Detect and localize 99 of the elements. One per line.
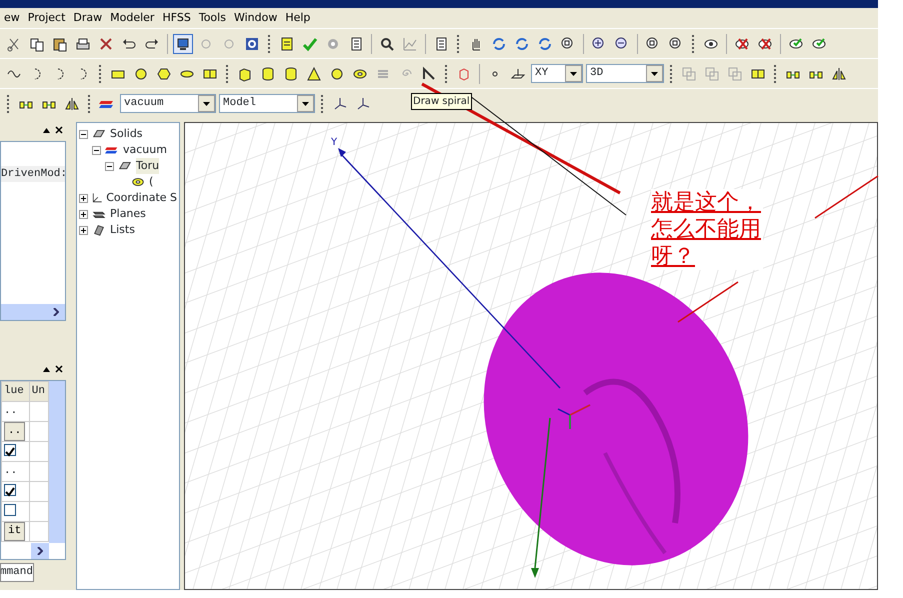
tree-item[interactable]: ( bbox=[149, 174, 154, 190]
menu-item[interactable]: Window bbox=[230, 10, 282, 26]
boolean-icon bbox=[704, 66, 720, 82]
curve-icon bbox=[7, 70, 21, 78]
value-button[interactable]: .. bbox=[4, 422, 26, 441]
tree-item[interactable]: Toru bbox=[136, 158, 160, 174]
leader-line bbox=[814, 175, 878, 219]
column-header: Un bbox=[29, 382, 48, 402]
cone-icon bbox=[306, 66, 322, 82]
view-dropdown[interactable]: Model bbox=[219, 94, 315, 113]
ring-icon bbox=[130, 175, 146, 189]
chart-icon bbox=[402, 36, 418, 52]
chevron-right-icon bbox=[37, 547, 43, 555]
scroll-right-button[interactable] bbox=[31, 543, 49, 559]
checkbox[interactable] bbox=[4, 504, 16, 516]
cylinder-icon bbox=[283, 66, 299, 82]
eye-cross-icon bbox=[757, 36, 773, 52]
property-value: .. bbox=[4, 405, 18, 418]
value-button[interactable]: it bbox=[4, 522, 26, 541]
checkbox[interactable] bbox=[4, 484, 16, 496]
menu-item[interactable]: ew bbox=[0, 10, 24, 26]
scroll-right-button[interactable] bbox=[47, 304, 65, 320]
axes-icon bbox=[332, 96, 348, 112]
collapse-icon[interactable] bbox=[43, 128, 50, 132]
dropdown-arrow-icon bbox=[651, 72, 658, 76]
arc-icon bbox=[56, 68, 64, 80]
arc-icon bbox=[80, 68, 86, 80]
annotation-text: 就是这个，怎么不能用呀？ bbox=[651, 189, 763, 270]
cylinder-icon bbox=[260, 66, 276, 82]
box-icon bbox=[237, 66, 253, 82]
point-icon bbox=[492, 70, 498, 76]
list-icon bbox=[91, 223, 107, 237]
menu-item[interactable]: Tools bbox=[194, 10, 230, 26]
q-icon bbox=[244, 36, 260, 52]
eye-cross-icon bbox=[734, 36, 750, 52]
menu-item[interactable]: Modeler bbox=[106, 10, 158, 26]
axis-label: Y bbox=[331, 137, 338, 148]
axes-icon bbox=[91, 191, 104, 205]
chevron-right-icon bbox=[53, 308, 59, 316]
arc-icon bbox=[34, 68, 40, 80]
dropdown-arrow-icon bbox=[203, 102, 210, 106]
tree-item[interactable]: Solids bbox=[110, 126, 143, 142]
horizontal-scrollbar[interactable] bbox=[1, 304, 65, 320]
mirror-icon bbox=[64, 96, 80, 112]
rotate-icon bbox=[537, 36, 553, 52]
eye-check-icon bbox=[788, 36, 804, 52]
origin-axes-icon bbox=[557, 404, 591, 430]
print-icon bbox=[75, 36, 91, 52]
material-dropdown[interactable]: vacuum bbox=[120, 94, 216, 113]
copy-icon bbox=[29, 36, 45, 52]
vertical-scrollbar[interactable] bbox=[49, 381, 65, 543]
mirror-icon bbox=[831, 66, 847, 82]
expander[interactable] bbox=[79, 194, 88, 202]
rotate-icon bbox=[514, 36, 530, 52]
expander[interactable] bbox=[92, 146, 101, 154]
delete-icon bbox=[98, 36, 114, 52]
dropdown-arrow-icon bbox=[302, 102, 309, 106]
circle-icon bbox=[133, 66, 149, 82]
menu-item[interactable]: Help bbox=[281, 10, 314, 26]
tooltip: Draw spiral bbox=[411, 93, 472, 110]
tree-item[interactable]: Planes bbox=[110, 206, 146, 222]
expander[interactable] bbox=[79, 210, 88, 218]
expander[interactable] bbox=[79, 130, 88, 138]
leader-line bbox=[678, 281, 738, 323]
plus-icon bbox=[80, 194, 87, 202]
project-tree-item: DrivenMod: bbox=[1, 166, 65, 182]
tree-item[interactable]: Lists bbox=[110, 222, 135, 238]
plus-icon bbox=[80, 226, 87, 234]
plane-dropdown[interactable]: XY bbox=[531, 64, 583, 83]
menu-item[interactable]: Draw bbox=[69, 10, 106, 26]
boolean-icon bbox=[727, 66, 743, 82]
close-icon[interactable] bbox=[55, 126, 63, 134]
circle-icon bbox=[329, 66, 345, 82]
plus-icon bbox=[80, 210, 87, 218]
tree-item[interactable]: vacuum bbox=[123, 142, 167, 158]
mode-dropdown[interactable]: 3D bbox=[586, 64, 664, 83]
close-icon[interactable] bbox=[55, 365, 63, 373]
menu-item[interactable]: HFSS bbox=[158, 10, 195, 26]
tree-item[interactable]: Coordinate S bbox=[106, 190, 177, 206]
monitor-icon bbox=[175, 36, 191, 52]
paste-icon bbox=[52, 36, 68, 52]
axes-icon bbox=[355, 96, 371, 112]
menu-item[interactable]: Project bbox=[24, 10, 70, 26]
boolean-icon bbox=[681, 66, 697, 82]
rotate-icon bbox=[491, 36, 507, 52]
column-header: lue bbox=[2, 382, 30, 402]
scrollbar-thumb[interactable] bbox=[1, 304, 47, 320]
expander[interactable] bbox=[105, 162, 114, 170]
expander[interactable] bbox=[79, 226, 88, 234]
checkbox[interactable] bbox=[4, 444, 16, 456]
property-value: .. bbox=[4, 465, 18, 478]
dropdown-arrow-icon bbox=[570, 72, 577, 76]
monitor-button[interactable] bbox=[173, 34, 193, 54]
hexagon-icon bbox=[156, 66, 172, 82]
check-icon bbox=[302, 36, 318, 52]
document-icon bbox=[279, 36, 295, 52]
eye-check-icon bbox=[811, 36, 827, 52]
collapse-icon[interactable] bbox=[43, 366, 50, 372]
search-icon bbox=[379, 36, 395, 52]
